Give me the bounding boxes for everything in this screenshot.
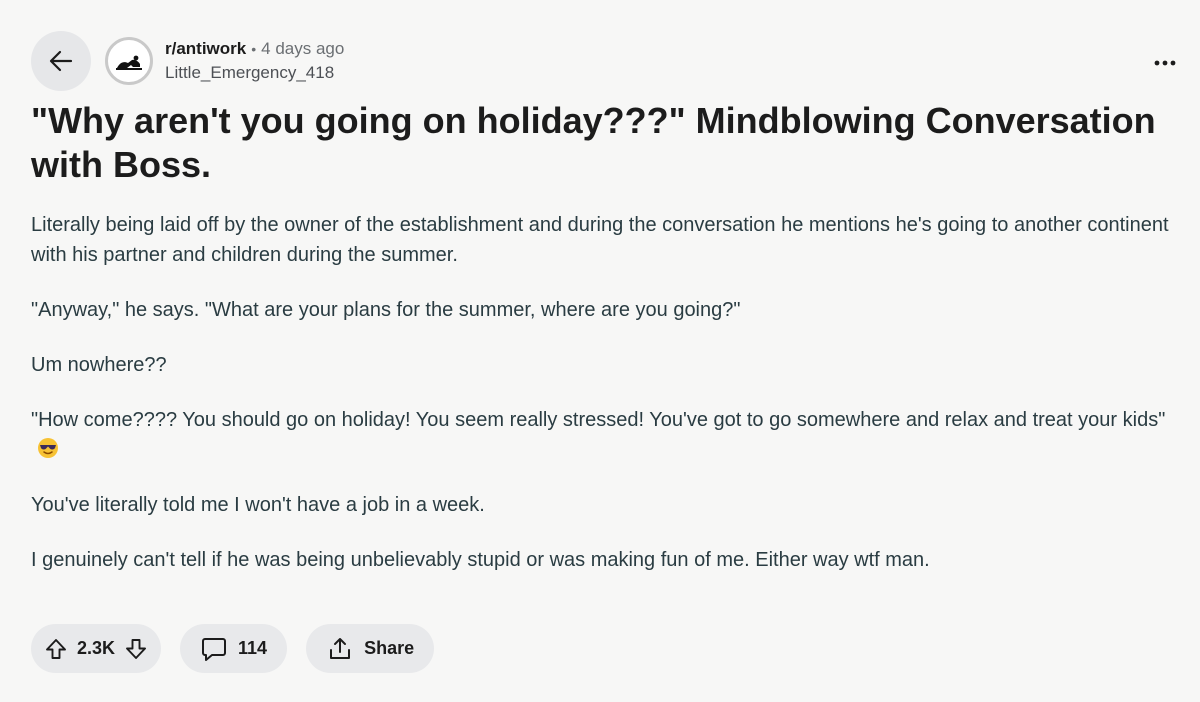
more-options-icon xyxy=(1154,60,1176,66)
post-body: Literally being laid off by the owner of… xyxy=(31,210,1186,600)
comment-icon xyxy=(202,637,227,661)
post-paragraph: I genuinely can't tell if he was being u… xyxy=(31,549,930,571)
upvote-button[interactable] xyxy=(41,634,71,664)
back-button[interactable] xyxy=(31,31,91,91)
vote-bar: 2.3K xyxy=(31,624,162,673)
post-meta: r/antiwork • 4 days ago Little_Emergency… xyxy=(165,38,344,84)
post-paragraph: Literally being laid off by the owner of… xyxy=(31,214,1169,266)
post-paragraph: Um nowhere?? xyxy=(31,354,167,376)
subreddit-avatar[interactable] xyxy=(105,37,153,85)
comment-count: 114 xyxy=(238,638,268,658)
post-header: r/antiwork • 4 days ago Little_Emergency… xyxy=(31,31,344,91)
meta-separator: • xyxy=(251,41,257,57)
downvote-button[interactable] xyxy=(121,634,151,664)
upvote-arrow-icon xyxy=(46,638,66,659)
post-page: r/antiwork • 4 days ago Little_Emergency… xyxy=(0,0,1200,702)
downvote-arrow-icon xyxy=(126,638,146,659)
post-paragraph: "Anyway," he says. "What are your plans … xyxy=(31,299,741,321)
back-arrow-icon xyxy=(49,50,73,72)
post-paragraph-text: "How come???? You should go on holiday! … xyxy=(31,409,1166,431)
vote-count: 2.3K xyxy=(77,638,116,658)
subreddit-logo-icon xyxy=(116,55,142,70)
author-link[interactable]: Little_Emergency_418 xyxy=(165,62,344,84)
share-icon xyxy=(330,637,351,659)
post-paragraph: You've literally told me I won't have a … xyxy=(31,494,485,516)
post-title: "Why aren't you going on holiday???" Min… xyxy=(31,100,1156,185)
share-label: Share xyxy=(364,638,415,658)
share-button[interactable]: Share xyxy=(306,624,435,673)
comments-button[interactable]: 114 xyxy=(180,624,288,673)
post-actions: 2.3K 114 Share xyxy=(31,624,453,673)
sunglasses-emoji-icon xyxy=(38,438,58,458)
subreddit-link[interactable]: r/antiwork xyxy=(165,38,246,60)
post-paragraph-with-emoji: "How come???? You should go on holiday! … xyxy=(31,405,1186,465)
post-timestamp: 4 days ago xyxy=(261,39,345,58)
more-options-button[interactable] xyxy=(1148,46,1182,80)
